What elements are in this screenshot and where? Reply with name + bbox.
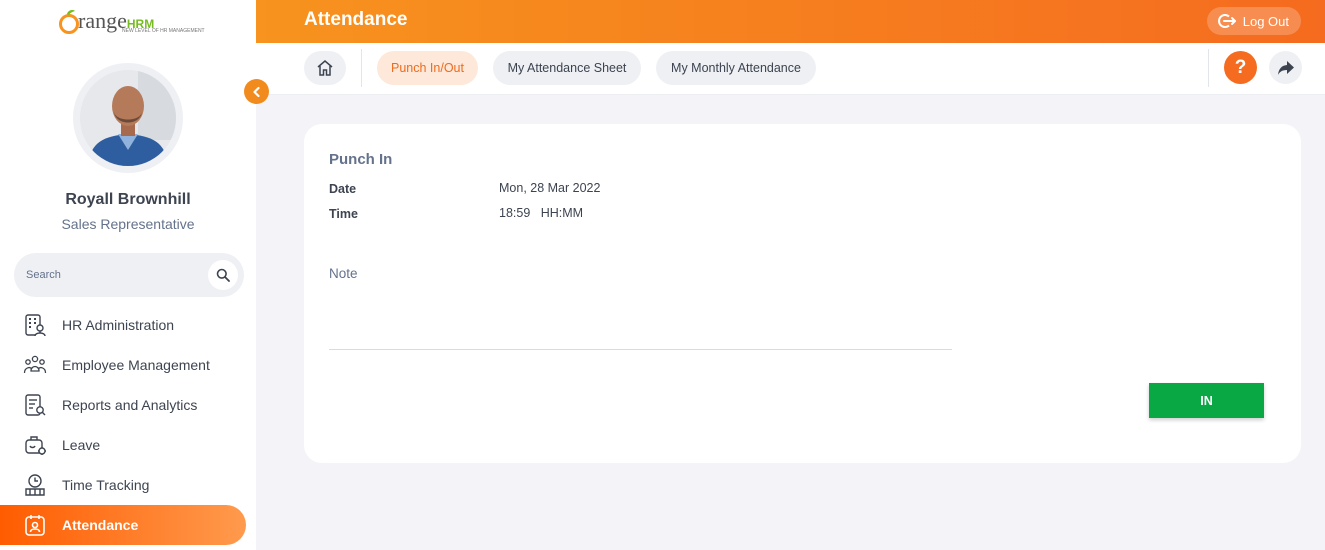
- sidebar-item-label: Employee Management: [62, 357, 210, 373]
- collapse-sidebar-button[interactable]: [244, 79, 269, 104]
- chevron-left-icon: [252, 86, 260, 97]
- time-format: HH:MM: [540, 206, 584, 220]
- sidebar-item-reports-and-analytics[interactable]: Reports and Analytics: [0, 385, 256, 425]
- avatar-ring: [73, 63, 183, 173]
- tab-my-attendance-sheet[interactable]: My Attendance Sheet: [493, 51, 641, 85]
- help-button[interactable]: ?: [1224, 51, 1257, 84]
- sidebar-item-time-tracking[interactable]: Time Tracking: [0, 465, 256, 505]
- tab-punch-in-out[interactable]: Punch In/Out: [377, 51, 478, 85]
- avatar[interactable]: [80, 70, 176, 166]
- secondary-nav: Punch In/Out My Attendance Sheet My Mont…: [256, 43, 1325, 95]
- sidebar-item-hr-administration[interactable]: HR Administration: [0, 305, 256, 345]
- sidebar-item-label: Reports and Analytics: [62, 397, 198, 413]
- share-arrow-icon: [1277, 60, 1294, 75]
- search-input[interactable]: [26, 265, 196, 285]
- note-label: Note: [329, 266, 358, 281]
- time-value-text: 18:59: [499, 206, 531, 220]
- user-role: Sales Representative: [61, 216, 195, 232]
- logout-label: Log Out: [1242, 13, 1289, 29]
- clock-icon: [22, 472, 48, 498]
- tab-my-monthly-attendance[interactable]: My Monthly Attendance: [656, 51, 816, 85]
- sidebar-item-leave[interactable]: Leave: [0, 425, 256, 465]
- leave-icon: [22, 432, 48, 458]
- sidebar-item-label: Leave: [62, 437, 101, 453]
- nav-divider: [361, 49, 362, 87]
- punch-in-button[interactable]: IN: [1149, 383, 1264, 418]
- report-icon: [22, 392, 48, 418]
- attendance-icon: [22, 512, 48, 538]
- sidebar: rangeHRM NEW LEVEL OF HR MANAGEMENT Roya…: [0, 0, 256, 550]
- sidebar-item-label: Time Tracking: [62, 477, 150, 493]
- orangehrm-logo[interactable]: rangeHRM NEW LEVEL OF HR MANAGEMENT: [58, 6, 208, 38]
- user-name: Royall Brownhill: [65, 191, 191, 208]
- search-box: [14, 253, 244, 297]
- home-button[interactable]: [304, 51, 346, 85]
- logout-icon: [1217, 13, 1237, 29]
- orange-logo-icon: [59, 10, 79, 34]
- time-label: Time: [329, 207, 358, 221]
- topbar: Attendance Log Out: [256, 0, 1325, 43]
- sidebar-item-attendance[interactable]: Attendance: [0, 505, 246, 545]
- logout-button[interactable]: Log Out: [1206, 7, 1301, 35]
- date-label: Date: [329, 182, 357, 196]
- nav-divider: [1208, 49, 1209, 87]
- note-field[interactable]: [329, 349, 952, 350]
- people-icon: [22, 352, 48, 378]
- sidebar-item-label: Attendance: [62, 517, 139, 533]
- share-button[interactable]: [1269, 51, 1302, 84]
- search-icon: [216, 268, 230, 282]
- sidebar-item-employee-management[interactable]: Employee Management: [0, 345, 256, 385]
- punch-in-card: Punch In Date Mon, 28 Mar 2022 Time 18:5…: [304, 124, 1301, 463]
- logo-word: range: [78, 8, 127, 33]
- sidebar-menu: HR Administration Employee Management Re…: [0, 305, 256, 545]
- page-title: Attendance: [304, 9, 408, 30]
- search-button[interactable]: [208, 260, 238, 290]
- date-value: Mon, 28 Mar 2022: [499, 181, 601, 195]
- home-icon: [317, 60, 333, 76]
- logo-tagline: NEW LEVEL OF HR MANAGEMENT: [122, 28, 205, 34]
- building-user-icon: [22, 312, 48, 338]
- time-value: 18:59 HH:MM: [499, 206, 583, 220]
- sidebar-item-label: HR Administration: [62, 317, 175, 333]
- avatar-photo: [80, 70, 176, 166]
- card-title: Punch In: [329, 151, 393, 168]
